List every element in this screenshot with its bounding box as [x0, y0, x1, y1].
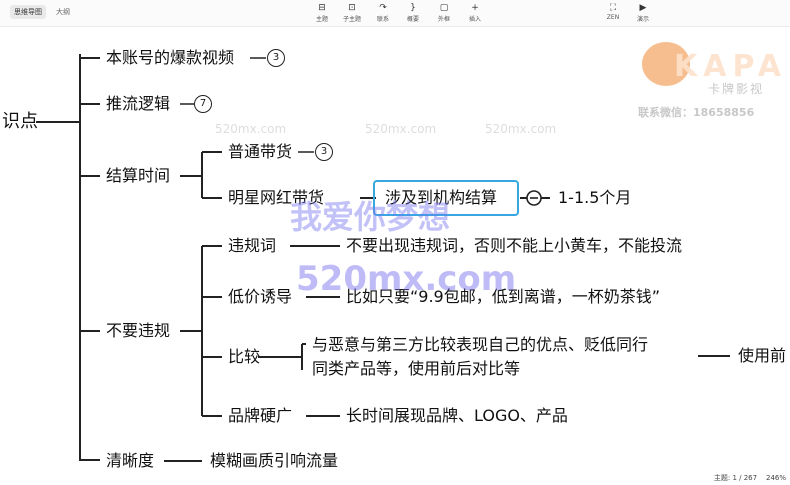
node-brand-ads[interactable]: 品牌硬广 [228, 406, 292, 426]
summary-button[interactable]: } 概要 [400, 3, 426, 23]
status-bar: 主题: 1 / 267 246% [636, 471, 790, 485]
collapsed-count-badge[interactable]: 3 [315, 143, 333, 161]
boundary-icon: ▢ [439, 3, 449, 13]
insert-icon: + [471, 3, 479, 13]
zoom-level[interactable]: 246% [766, 474, 786, 482]
zen-icon: ⛶ [609, 3, 617, 13]
collapsed-count-badge[interactable]: 7 [194, 95, 212, 113]
summary-icon: } [410, 3, 416, 13]
node-comparison-detail-2[interactable]: 同类产品等，使用前后对比等 [312, 359, 520, 379]
brand-logo: KAPA 卡牌影视 联系微信：18658856 [638, 36, 790, 136]
topic-icon: ⊟ [318, 3, 326, 13]
watermark-slogan: 我爱你梦想 [290, 198, 451, 236]
node-comparison[interactable]: 比较 [228, 347, 260, 367]
tab-mindmap[interactable]: 思维导图 [10, 5, 46, 19]
watermark-text: 520mx.com [215, 122, 287, 136]
node-low-price-lure[interactable]: 低价诱导 [228, 287, 292, 307]
watermark-text: 520mx.com [365, 122, 437, 136]
topic-button[interactable]: ⊟ 主题 [309, 3, 335, 23]
node-brand-ads-detail[interactable]: 长时间展现品牌、LOGO、产品 [346, 406, 568, 426]
watermark-text: 520mx.com [485, 122, 557, 136]
node-comparison-tail[interactable]: 使用前 [738, 346, 786, 366]
mindmap-canvas[interactable]: 识点 本账号的爆款视频 3 推流逻辑 7 结算时间 普通带货 3 明星网红带货 … [0, 26, 790, 485]
branch-traffic-logic[interactable]: 推流逻辑 [106, 94, 170, 114]
zen-button[interactable]: ⛶ ZEN [600, 3, 626, 21]
branch-settlement-time[interactable]: 结算时间 [106, 166, 170, 186]
logo-contact: 联系微信：18658856 [638, 106, 755, 119]
root-node[interactable]: 识点 [2, 112, 38, 132]
node-clarity-detail[interactable]: 模糊画质引响流量 [210, 451, 338, 471]
present-icon: ▶ [639, 3, 647, 13]
subtopic-icon: ⊡ [348, 3, 356, 13]
branch-viral-videos[interactable]: 本账号的爆款视频 [106, 48, 234, 68]
relationship-icon: ↷ [379, 3, 387, 13]
node-settlement-period[interactable]: 1-1.5个月 [558, 188, 631, 208]
branch-no-violation[interactable]: 不要违规 [106, 321, 170, 341]
svg-text:KAPA: KAPA [674, 49, 787, 84]
tab-outline[interactable]: 大纲 [52, 5, 74, 19]
node-banned-words-detail[interactable]: 不要出现违规词，否则不能上小黄车，不能投流 [346, 236, 682, 256]
toolbar: 思维导图 大纲 ⊟ 主题 ⊡ 子主题 ↷ 联系 } 概要 ▢ 外框 + 插入 ⛶ ZEN ▶ 演… [0, 0, 790, 27]
node-normal-goods[interactable]: 普通带货 [228, 142, 292, 162]
subtopic-button[interactable]: ⊡ 子主题 [339, 3, 365, 23]
logo-name: 卡牌影视 [708, 82, 765, 96]
branch-clarity[interactable]: 清晰度 [106, 451, 154, 471]
insert-button[interactable]: + 插入 [462, 3, 488, 23]
topic-count: 主题: 1 / 267 [713, 474, 758, 482]
watermark-big: 520mx.com [296, 259, 517, 299]
boundary-button[interactable]: ▢ 外框 [431, 3, 457, 23]
node-comparison-detail-1[interactable]: 与恶意与第三方比较表现自己的优点、贬低同行 [312, 335, 648, 355]
collapsed-count-badge[interactable]: 3 [267, 49, 285, 67]
present-button[interactable]: ▶ 演示 [630, 3, 656, 23]
node-banned-words[interactable]: 违规词 [228, 236, 276, 256]
relationship-button[interactable]: ↷ 联系 [370, 3, 396, 23]
